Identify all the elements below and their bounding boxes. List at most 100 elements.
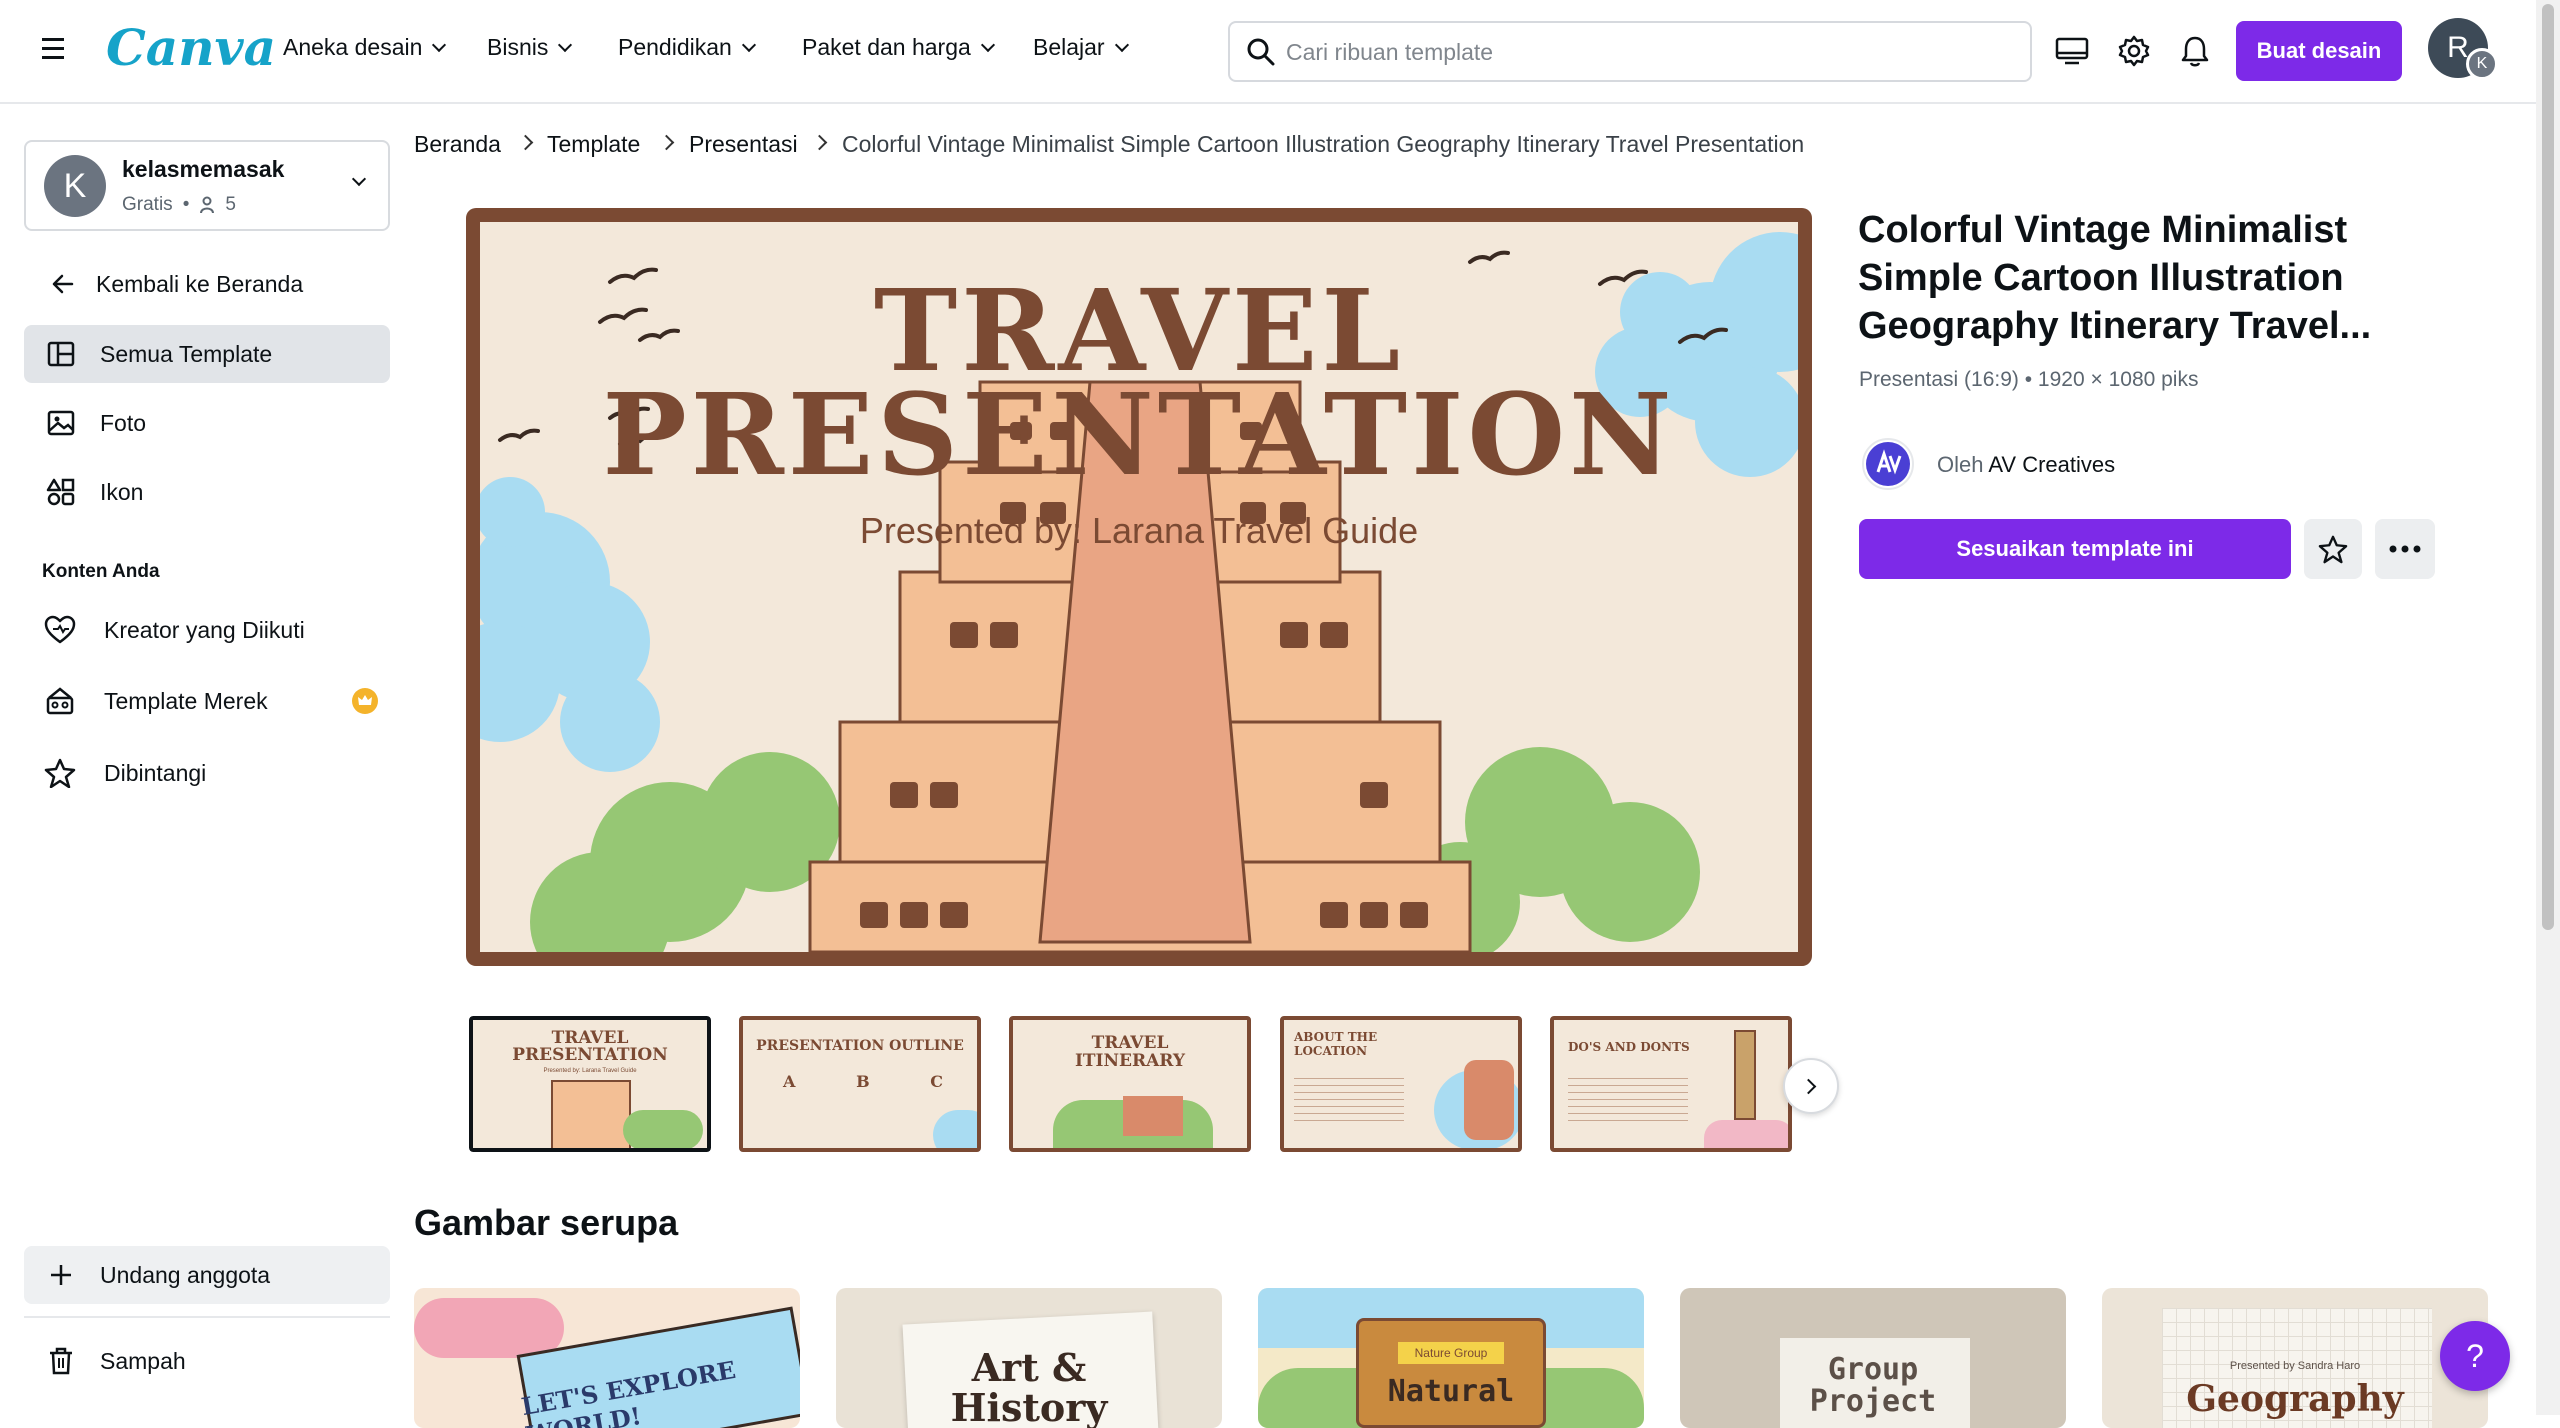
thumbnail-lighthouse <box>1734 1030 1756 1120</box>
chevron-down-icon <box>741 37 756 52</box>
nav-belajar[interactable]: Belajar <box>1033 34 1129 61</box>
similar-card-5[interactable]: Presented by Sandra Haro Geography <box>2102 1288 2488 1428</box>
similar-card-2[interactable]: Art & History <box>836 1288 1222 1428</box>
bell-icon[interactable] <box>2179 34 2211 68</box>
top-header: Canva Aneka desain Bisnis Pendidikan Pak… <box>0 0 2536 104</box>
similar-card-1[interactable]: LET'S EXPLORE WORLD! <box>414 1288 800 1428</box>
outline-col-b: B <box>856 1072 870 1091</box>
create-design-button[interactable]: Buat desain <box>2236 21 2402 81</box>
nav-pendidikan[interactable]: Pendidikan <box>618 34 756 61</box>
template-title: Colorful Vintage Minimalist Simple Carto… <box>1858 209 2372 347</box>
chevron-down-icon <box>432 37 447 52</box>
sidebar-item-foto[interactable]: Foto <box>24 394 390 452</box>
sidebar-item-label: Template Merek <box>104 687 268 714</box>
thumbnail-2[interactable]: PRESENTATION OUTLINE A B C <box>739 1016 981 1152</box>
thumbnail-rock <box>1464 1060 1514 1140</box>
sidebar-item-kreator[interactable]: Kreator yang Diikuti <box>24 601 390 659</box>
scrollbar-thumb[interactable] <box>2542 4 2554 930</box>
nav-aneka-desain[interactable]: Aneka desain <box>283 34 447 61</box>
star-button[interactable] <box>2304 519 2362 579</box>
search-input[interactable] <box>1286 35 2006 69</box>
team-avatar-badge: K <box>2466 48 2498 80</box>
thumbnail-pyramid <box>551 1080 631 1148</box>
nav-bisnis[interactable]: Bisnis <box>487 34 573 61</box>
card-plane <box>414 1298 564 1358</box>
creator-logo-icon <box>1866 442 1910 486</box>
workspace-plan: Gratis <box>122 194 173 215</box>
template-meta: Presentasi (16:9) • 1920 × 1080 piks <box>1859 368 2199 391</box>
slide-title: TRAVEL PRESENTATION <box>480 276 1798 501</box>
card-title: Group Project <box>1809 1352 1937 1419</box>
nav-label: Belajar <box>1033 34 1105 60</box>
sidebar-item-ikon[interactable]: Ikon <box>24 463 390 521</box>
workspace-members-count: 5 <box>225 194 236 215</box>
heart-people-icon <box>44 615 76 644</box>
nav-paket-harga[interactable]: Paket dan harga <box>802 34 995 61</box>
chevron-right-icon <box>1800 1078 1817 1095</box>
next-thumbnails-button[interactable] <box>1783 1058 1839 1114</box>
gear-icon[interactable] <box>2117 34 2151 68</box>
breadcrumb-current: Colorful Vintage Minimalist Simple Carto… <box>842 131 1805 157</box>
scrollbar-track[interactable] <box>2536 0 2560 1415</box>
trash-icon <box>50 1347 72 1375</box>
thumbnail-rock <box>1123 1096 1183 1136</box>
sidebar-item-semua-template[interactable]: Semua Template <box>24 325 390 383</box>
card-title: Art & History <box>950 1345 1108 1428</box>
arrow-left-icon <box>52 274 74 294</box>
chevron-down-icon <box>1114 37 1129 52</box>
sidebar-item-template-merek[interactable]: Template Merek <box>24 672 390 730</box>
workspace-meta: Gratis • 5 <box>122 194 236 215</box>
back-to-home-link[interactable]: Kembali ke Beranda <box>24 255 390 313</box>
similar-card-3[interactable]: Nature Group Natural <box>1258 1288 1644 1428</box>
brand-kit-icon <box>46 687 74 715</box>
invite-label: Undang anggota <box>100 1261 271 1288</box>
search-bar[interactable] <box>1228 21 2032 82</box>
slide-subtitle: Presented by: Larana Travel Guide <box>859 510 1419 551</box>
thumbnail-3[interactable]: TRAVEL ITINERARY <box>1009 1016 1251 1152</box>
trash-link[interactable]: Sampah <box>24 1332 390 1390</box>
invite-members-button[interactable]: Undang anggota <box>24 1246 390 1304</box>
more-options-button[interactable] <box>2375 519 2435 579</box>
section-label: Konten Anda <box>42 561 160 582</box>
chevron-right-icon <box>658 134 675 151</box>
template-preview[interactable]: TRAVEL PRESENTATION Presented by: Larana… <box>466 208 1812 966</box>
similar-heading: Gambar serupa <box>414 1202 679 1243</box>
workspace-switcher[interactable]: K kelasmemasak Gratis • 5 <box>24 140 390 231</box>
slide-title-line2: PRESENTATION <box>602 370 1676 501</box>
more-icon <box>2389 545 2421 553</box>
workspace-avatar: K <box>44 155 106 217</box>
sidebar-item-label: Semua Template <box>100 340 273 367</box>
desktop-app-icon[interactable] <box>2055 36 2089 66</box>
shapes-icon <box>46 478 75 506</box>
thumbnail-text-lines <box>1294 1072 1404 1122</box>
nav-label: Paket dan harga <box>802 34 971 60</box>
thumbnail-5[interactable]: DO'S AND DONTS <box>1550 1016 1792 1152</box>
by-prefix: Oleh <box>1937 452 1984 477</box>
thumbnail-title: TRAVEL ITINERARY <box>1074 1033 1186 1071</box>
plus-icon <box>51 1265 71 1285</box>
thumbnail-1[interactable]: TRAVEL PRESENTATION Presented by: Larana… <box>467 1014 713 1154</box>
person-icon <box>200 196 215 214</box>
breadcrumb-presentasi[interactable]: Presentasi <box>689 131 798 158</box>
thumbnail-cloud <box>933 1110 977 1148</box>
canva-logo[interactable]: Canva <box>106 18 276 77</box>
customize-template-button[interactable]: Sesuaikan template ini <box>1859 519 2291 579</box>
thumbnail-title: DO'S AND DONTS <box>1568 1040 1690 1054</box>
sidebar-item-dibintangi[interactable]: Dibintangi <box>24 744 390 802</box>
card-sign <box>1356 1318 1546 1428</box>
trash-label: Sampah <box>100 1347 186 1374</box>
menu-icon[interactable] <box>42 38 64 59</box>
creator-name[interactable]: AV Creatives <box>1988 452 2115 477</box>
breadcrumb-beranda[interactable]: Beranda <box>414 131 501 158</box>
creator-avatar[interactable] <box>1862 438 1914 490</box>
thumbnail-bush <box>623 1110 703 1148</box>
sidebar-item-label: Foto <box>100 409 147 436</box>
nav-label: Aneka desain <box>283 34 423 60</box>
help-button[interactable]: ? <box>2440 1321 2510 1391</box>
similar-card-4[interactable]: Group Project <box>1680 1288 2066 1428</box>
thumbnail-4[interactable]: ABOUT THE LOCATION <box>1280 1016 1522 1152</box>
chevron-down-icon <box>980 37 995 52</box>
breadcrumb-template[interactable]: Template <box>547 131 640 158</box>
card-title: Geography <box>2186 1378 2404 1420</box>
chevron-down-icon <box>558 37 573 52</box>
